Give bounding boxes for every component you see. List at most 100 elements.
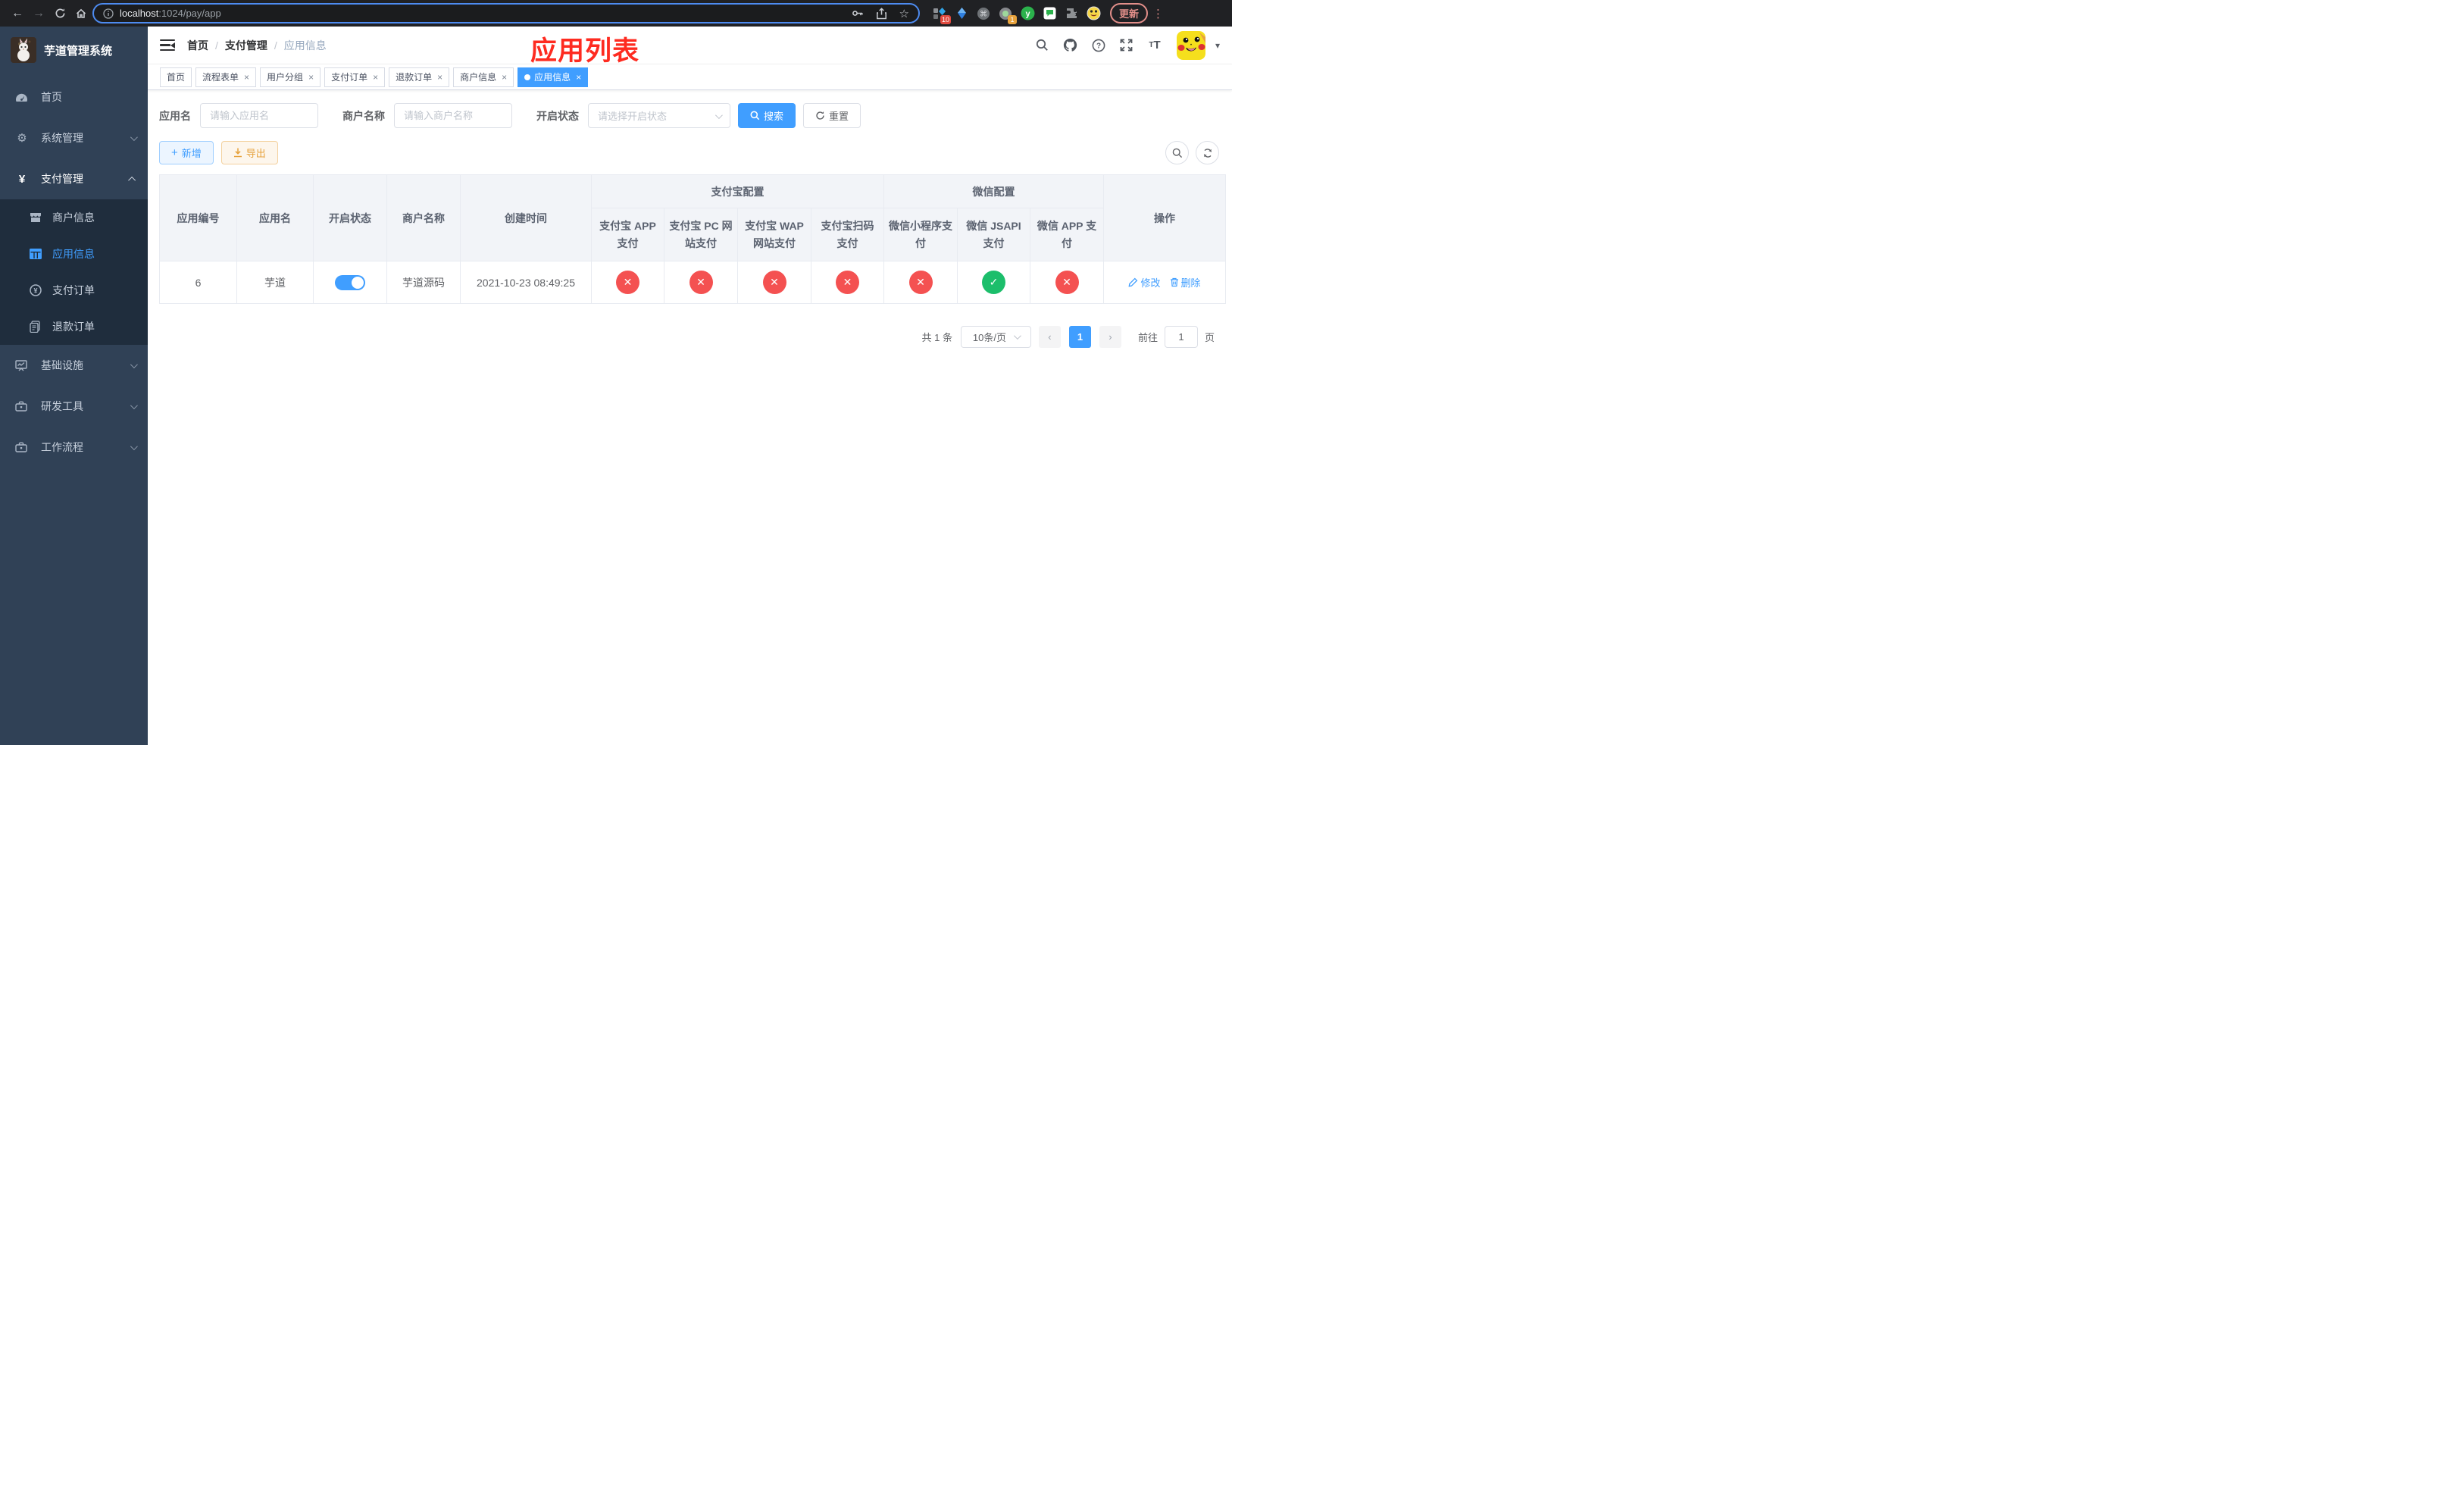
search-button[interactable]: 搜索 [738, 103, 796, 128]
svg-text:⌘: ⌘ [980, 10, 987, 18]
edit-link[interactable]: 修改 [1128, 275, 1161, 290]
sidebar-item-workflow[interactable]: 工作流程 [0, 427, 148, 468]
close-icon[interactable]: × [576, 72, 581, 83]
goto-page-input[interactable] [1164, 326, 1198, 348]
tab-user-group[interactable]: 用户分组 × [260, 67, 321, 87]
cell-app-name: 芋道 [236, 261, 314, 304]
svg-text:?: ? [1096, 42, 1101, 50]
extension-command-icon[interactable]: ⌘ [976, 6, 991, 21]
tab-home[interactable]: 首页 [160, 67, 192, 87]
sidebar-item-label: 基础设施 [41, 359, 83, 371]
extension-puzzle-icon[interactable] [1064, 6, 1079, 21]
extension-badge: 10 [940, 14, 951, 24]
reset-button[interactable]: 重置 [803, 103, 861, 128]
prev-page-button[interactable]: ‹ [1038, 326, 1061, 348]
status-select[interactable]: 请选择开启状态 [588, 103, 730, 128]
delete-link[interactable]: 删除 [1170, 275, 1201, 290]
sidebar-item-home[interactable]: 首页 [0, 77, 148, 117]
chrome-update-button[interactable]: 更新 [1110, 3, 1149, 23]
breadcrumb-payment[interactable]: 支付管理 [225, 38, 267, 53]
close-icon[interactable]: × [437, 72, 442, 83]
app-name-input[interactable] [200, 103, 318, 128]
extension-record-icon[interactable]: 1 [998, 6, 1017, 24]
tab-process-form[interactable]: 流程表单 × [195, 67, 257, 87]
page-content: 应用名 商户名称 开启状态 请选择开启状态 搜索 [148, 90, 1232, 745]
pagination: 共 1 条 10条/页 ‹ 1 › 前往 页 [159, 326, 1221, 348]
close-icon[interactable]: × [308, 72, 314, 83]
fullscreen-icon[interactable] [1118, 36, 1136, 55]
next-page-button[interactable]: › [1099, 326, 1121, 348]
sidebar-item-infrastructure[interactable]: 基础设施 [0, 345, 148, 386]
github-icon[interactable] [1062, 36, 1080, 55]
sidebar-item-label: 退款订单 [52, 321, 95, 333]
sidebar-toggle-icon[interactable] [160, 39, 175, 52]
close-icon[interactable]: × [244, 72, 249, 83]
dashboard-icon [15, 92, 29, 103]
col-app-id: 应用编号 [159, 174, 237, 261]
add-button[interactable]: + 新增 [159, 141, 214, 164]
avatar[interactable] [1176, 30, 1205, 60]
current-page-button[interactable]: 1 [1068, 326, 1091, 348]
breadcrumb: 首页 / 支付管理 / 应用信息 [187, 38, 327, 53]
sidebar-logo-row[interactable]: 芋道管理系统 [0, 27, 148, 72]
screen: ← → localhost:1024/pay/app ☆ 10 ⌘ 1 y 更新… [0, 0, 1232, 745]
password-key-icon[interactable] [851, 7, 864, 20]
briefcase-icon [15, 442, 29, 452]
breadcrumb-home[interactable]: 首页 [187, 38, 208, 53]
sidebar-item-system[interactable]: ⚙ 系统管理 [0, 117, 148, 158]
sidebar-item-dev-tools[interactable]: 研发工具 [0, 386, 148, 427]
col-alipay-app: 支付宝 APP 支付 [591, 208, 664, 261]
col-alipay-pc: 支付宝 PC 网站支付 [664, 208, 738, 261]
sidebar-item-label: 研发工具 [41, 400, 83, 412]
sidebar-item-payment[interactable]: ¥ 支付管理 [0, 158, 148, 199]
col-app-name: 应用名 [236, 174, 314, 261]
site-info-icon[interactable] [103, 8, 114, 19]
sidebar-item-refund-orders[interactable]: 退款订单 [0, 308, 148, 345]
extension-emoji-icon[interactable] [1086, 6, 1101, 21]
export-button[interactable]: 导出 [220, 141, 278, 164]
chrome-menu-icon[interactable]: ⋮ [1152, 7, 1164, 20]
font-size-icon[interactable]: TT [1146, 36, 1164, 55]
table-row: 6 芋道 芋道源码 2021-10-23 08:49:25 ✕ ✕ ✕ ✕ ✕ [159, 261, 1226, 304]
chevron-down-icon [714, 111, 723, 120]
extension-chat-icon[interactable] [1042, 6, 1057, 21]
page-size-select[interactable]: 10条/页 [960, 326, 1031, 348]
alipay-qr-status-icon: ✕ [836, 271, 859, 294]
document-icon [30, 321, 43, 333]
sidebar-item-pay-orders[interactable]: ¥ 支付订单 [0, 272, 148, 308]
col-alipay-wap: 支付宝 WAP 网站支付 [737, 208, 811, 261]
close-icon[interactable]: × [502, 72, 507, 83]
caret-down-icon[interactable]: ▾ [1215, 40, 1220, 51]
search-icon[interactable] [1033, 36, 1052, 55]
tab-app-info[interactable]: 应用信息 × [518, 67, 589, 87]
tab-pay-orders[interactable]: 支付订单 × [324, 67, 386, 87]
page-unit-label: 页 [1204, 332, 1215, 343]
tab-refund-orders[interactable]: 退款订单 × [389, 67, 450, 87]
bookmark-star-icon[interactable]: ☆ [899, 7, 909, 20]
extension-grid-icon[interactable]: 10 [932, 6, 951, 24]
status-toggle[interactable] [335, 274, 365, 290]
extension-y-icon[interactable]: y [1020, 6, 1035, 21]
wechat-jsapi-status-icon: ✓ [982, 271, 1005, 294]
col-status: 开启状态 [313, 174, 387, 261]
back-icon[interactable]: ← [8, 4, 27, 23]
url-bar[interactable]: localhost:1024/pay/app ☆ [92, 3, 920, 23]
status-label: 开启状态 [536, 109, 579, 122]
forward-icon[interactable]: → [29, 4, 48, 23]
refresh-button[interactable] [1196, 141, 1219, 164]
extension-kite-icon[interactable] [954, 6, 969, 21]
merchant-name-input[interactable] [394, 103, 512, 128]
extension-badge: 1 [1008, 14, 1017, 24]
share-icon[interactable] [876, 7, 887, 20]
sidebar-item-app-info[interactable]: 应用信息 [0, 236, 148, 272]
close-icon[interactable]: × [373, 72, 378, 83]
home-icon[interactable] [71, 4, 91, 23]
yen-icon: ¥ [18, 172, 26, 186]
toggle-search-button[interactable] [1165, 141, 1189, 164]
col-wechat-jsapi: 微信 JSAPI 支付 [957, 208, 1030, 261]
sidebar-item-merchant-info[interactable]: 商户信息 [0, 199, 148, 236]
help-icon[interactable]: ? [1090, 36, 1108, 55]
tab-merchant-info[interactable]: 商户信息 × [453, 67, 514, 87]
app-name-label: 应用名 [159, 109, 191, 122]
reload-icon[interactable] [50, 4, 70, 23]
